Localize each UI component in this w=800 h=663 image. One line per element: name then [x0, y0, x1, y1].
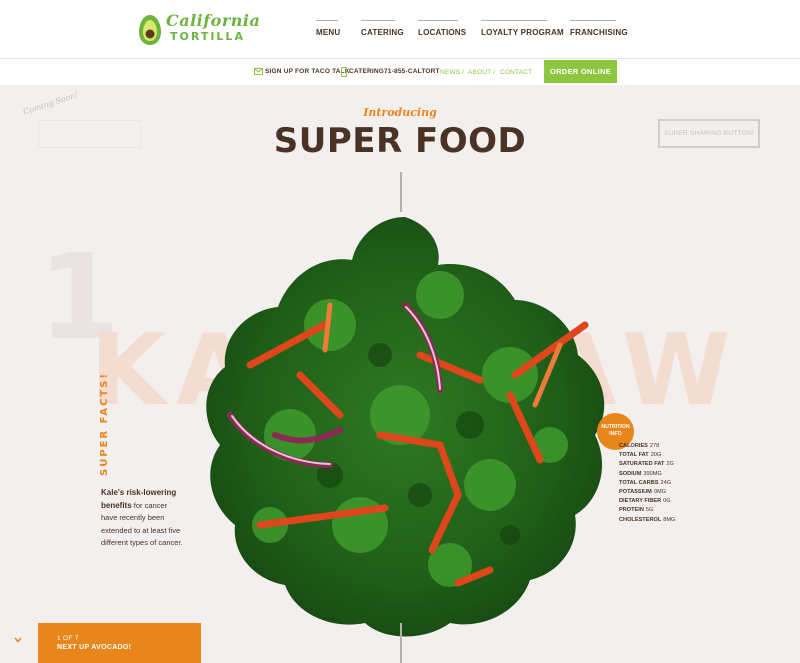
nutrition-value: 0MG [653, 489, 666, 496]
nutrition-row: CHOLESTEROL 8MG [619, 516, 675, 525]
signup-taco-talk-link[interactable]: SIGN UP FOR TACO TALK [265, 68, 350, 75]
brand-logo[interactable]: California TORTILLA [138, 11, 263, 48]
link-separator: / [493, 69, 495, 76]
utility-bar: SIGN UP FOR TACO TALK CATERING71-855-CAL… [0, 58, 800, 85]
nutrition-row: SATURATED FAT 2G [619, 460, 675, 469]
avocado-logo-icon [139, 15, 161, 45]
nutrition-row: CALORIES 278 [619, 442, 675, 451]
catering-phone-link[interactable]: CATERING71-855-CALTORT [349, 68, 440, 75]
nutrition-row: TOTAL CARBS 24G [619, 479, 675, 488]
about-link[interactable]: ABOUT [468, 69, 491, 76]
logo-text-california: California [166, 11, 261, 30]
nutrition-row: SODIUM 390MG [619, 470, 675, 479]
nutrition-value: 20G [650, 452, 662, 459]
next-item-label: NEXT UP AVOCADO! [57, 644, 132, 651]
chevron-down-icon[interactable] [14, 637, 22, 643]
top-navigation: California TORTILLA MENU CATERING LOCATI… [0, 0, 800, 58]
news-link[interactable]: NEWS [440, 69, 460, 76]
nutrition-label: CALORIES [619, 443, 648, 449]
nutrition-label: PROTEIN [619, 507, 644, 514]
nav-franchising[interactable]: FRANCHISING [570, 20, 628, 38]
nutrition-row: POTASSIUM 0MG [619, 488, 675, 497]
nutrition-row: TOTAL FAT 20G [619, 451, 675, 460]
slide-counter: 1 OF 7 [57, 635, 79, 642]
nutrition-label: SATURATED FAT [619, 461, 665, 468]
order-online-button[interactable]: ORDER ONLINE [544, 60, 617, 83]
link-separator: / [462, 69, 464, 76]
nutrition-value: 390MG [643, 470, 662, 477]
nutrition-badge-line1: NUTRITION [601, 424, 630, 430]
logo-text-tortilla: TORTILLA [170, 30, 245, 43]
nutrition-value: 2G [666, 461, 674, 468]
nutrition-row: PROTEIN 5G [619, 506, 675, 515]
nutrition-label: CHOLESTEROL [619, 516, 662, 523]
nutrition-value: 0G [663, 498, 671, 505]
nutrition-label: DIETARY FIBER [619, 498, 662, 505]
nutrition-badge-line2: INFO [609, 431, 622, 437]
nutrition-label: TOTAL FAT [619, 452, 649, 459]
kale-salad-image [206, 217, 605, 637]
envelope-icon [254, 68, 263, 75]
nutrition-label: TOTAL CARBS [619, 479, 659, 486]
nutrition-facts-list: CALORIES 278 TOTAL FAT 20G SATURATED FAT 2G… [619, 442, 675, 525]
introducing-label: Introducing [363, 106, 437, 119]
super-facts-label: SUPER FACTS! [99, 371, 110, 476]
nutrition-label: SODIUM [619, 470, 642, 477]
nutrition-value: 24G [660, 479, 672, 486]
nutrition-row: DIETARY FIBER 0G [619, 497, 675, 506]
nav-loyalty-program[interactable]: LOYALTY PROGRAM [481, 20, 564, 38]
nutrition-value: 278 [649, 443, 660, 449]
nutrition-value: 8MG [663, 516, 676, 523]
nav-menu[interactable]: MENU [316, 20, 340, 38]
super-fact-text: Kale's risk-lowering benefits for cancer… [101, 487, 183, 550]
nutrition-label: POTASSIUM [619, 489, 652, 496]
nav-catering[interactable]: CATERING [361, 20, 404, 38]
phone-icon [341, 67, 347, 77]
page-title: SUPER FOOD [273, 121, 527, 161]
divider-line-bottom [400, 623, 402, 663]
contact-link[interactable]: CONTACT [500, 69, 532, 76]
nutrition-value: 5G [645, 507, 654, 514]
nav-locations[interactable]: LOCATIONS [418, 20, 466, 38]
next-item-button[interactable]: 1 OF 7 NEXT UP AVOCADO! [38, 623, 201, 663]
